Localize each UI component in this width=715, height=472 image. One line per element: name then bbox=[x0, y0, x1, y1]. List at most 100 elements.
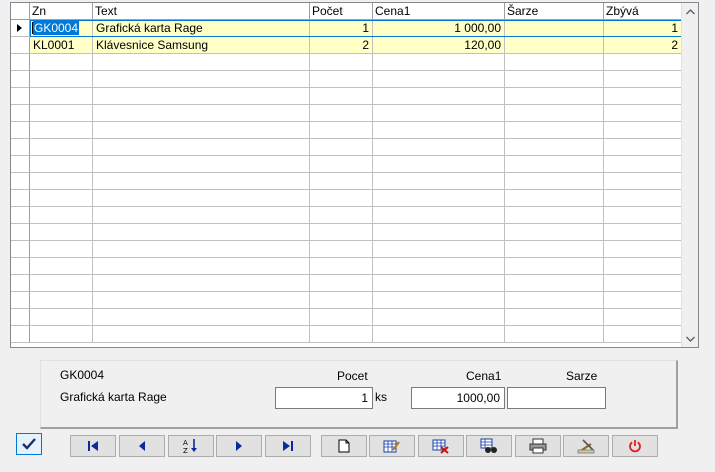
first-record-button[interactable] bbox=[70, 435, 116, 457]
empty-cell[interactable] bbox=[30, 71, 93, 88]
empty-cell[interactable] bbox=[30, 190, 93, 207]
empty-cell[interactable] bbox=[93, 88, 310, 105]
empty-cell[interactable] bbox=[373, 156, 505, 173]
empty-cell[interactable] bbox=[505, 173, 604, 190]
new-button[interactable] bbox=[321, 435, 367, 457]
empty-cell[interactable] bbox=[604, 258, 682, 275]
settings-button[interactable] bbox=[563, 435, 609, 457]
empty-cell[interactable] bbox=[30, 241, 93, 258]
column-header-zn[interactable]: Zn bbox=[30, 3, 93, 20]
empty-cell[interactable] bbox=[93, 207, 310, 224]
empty-cell[interactable] bbox=[93, 275, 310, 292]
items-grid[interactable]: Zn Text Počet Cena1 Šarze Zbývá GK0004 G… bbox=[10, 2, 699, 348]
cell-pocet[interactable]: 2 bbox=[310, 37, 373, 54]
empty-cell[interactable] bbox=[505, 275, 604, 292]
row-indicator[interactable] bbox=[11, 207, 30, 224]
empty-cell[interactable] bbox=[505, 105, 604, 122]
empty-cell[interactable] bbox=[30, 309, 93, 326]
empty-cell[interactable] bbox=[604, 275, 682, 292]
last-record-button[interactable] bbox=[265, 435, 311, 457]
empty-row[interactable] bbox=[11, 275, 682, 292]
scroll-down-button[interactable] bbox=[682, 330, 698, 347]
row-indicator[interactable] bbox=[11, 224, 30, 241]
empty-row[interactable] bbox=[11, 224, 682, 241]
empty-cell[interactable] bbox=[93, 190, 310, 207]
empty-cell[interactable] bbox=[373, 275, 505, 292]
empty-cell[interactable] bbox=[373, 292, 505, 309]
empty-cell[interactable] bbox=[30, 156, 93, 173]
vertical-scrollbar[interactable] bbox=[681, 3, 698, 347]
empty-cell[interactable] bbox=[505, 258, 604, 275]
row-indicator[interactable] bbox=[11, 190, 30, 207]
empty-cell[interactable] bbox=[93, 54, 310, 71]
empty-row[interactable] bbox=[11, 309, 682, 326]
confirm-button[interactable] bbox=[16, 433, 42, 455]
row-indicator[interactable] bbox=[11, 309, 30, 326]
empty-cell[interactable] bbox=[373, 54, 505, 71]
row-indicator[interactable] bbox=[11, 71, 30, 88]
cell-zn[interactable]: KL0001 bbox=[30, 37, 93, 54]
next-record-button[interactable] bbox=[216, 435, 262, 457]
empty-cell[interactable] bbox=[505, 156, 604, 173]
empty-cell[interactable] bbox=[604, 207, 682, 224]
cell-zbyva[interactable]: 2 bbox=[604, 37, 682, 54]
empty-cell[interactable] bbox=[93, 326, 310, 343]
empty-cell[interactable] bbox=[604, 241, 682, 258]
empty-cell[interactable] bbox=[93, 105, 310, 122]
cell-zn[interactable]: GK0004 bbox=[30, 20, 93, 37]
row-indicator[interactable] bbox=[11, 292, 30, 309]
empty-cell[interactable] bbox=[310, 207, 373, 224]
empty-cell[interactable] bbox=[373, 105, 505, 122]
empty-cell[interactable] bbox=[310, 71, 373, 88]
delete-button[interactable] bbox=[418, 435, 464, 457]
empty-row[interactable] bbox=[11, 54, 682, 71]
empty-cell[interactable] bbox=[93, 292, 310, 309]
row-indicator[interactable] bbox=[11, 139, 30, 156]
empty-cell[interactable] bbox=[93, 309, 310, 326]
empty-cell[interactable] bbox=[30, 105, 93, 122]
empty-cell[interactable] bbox=[310, 139, 373, 156]
empty-cell[interactable] bbox=[505, 122, 604, 139]
empty-cell[interactable] bbox=[505, 139, 604, 156]
sarze-input[interactable] bbox=[507, 387, 606, 409]
empty-cell[interactable] bbox=[310, 122, 373, 139]
scroll-up-button[interactable] bbox=[682, 3, 698, 20]
empty-cell[interactable] bbox=[310, 326, 373, 343]
empty-cell[interactable] bbox=[93, 173, 310, 190]
empty-cell[interactable] bbox=[505, 54, 604, 71]
empty-cell[interactable] bbox=[604, 105, 682, 122]
empty-row[interactable] bbox=[11, 258, 682, 275]
empty-cell[interactable] bbox=[93, 241, 310, 258]
row-indicator[interactable] bbox=[11, 326, 30, 343]
empty-cell[interactable] bbox=[505, 190, 604, 207]
empty-cell[interactable] bbox=[310, 54, 373, 71]
empty-cell[interactable] bbox=[604, 88, 682, 105]
empty-cell[interactable] bbox=[30, 122, 93, 139]
empty-cell[interactable] bbox=[310, 292, 373, 309]
empty-cell[interactable] bbox=[310, 275, 373, 292]
empty-cell[interactable] bbox=[310, 173, 373, 190]
edit-button[interactable] bbox=[369, 435, 415, 457]
row-indicator[interactable] bbox=[11, 88, 30, 105]
empty-cell[interactable] bbox=[505, 224, 604, 241]
empty-cell[interactable] bbox=[604, 156, 682, 173]
cell-cena1[interactable]: 120,00 bbox=[373, 37, 505, 54]
empty-cell[interactable] bbox=[373, 88, 505, 105]
empty-cell[interactable] bbox=[373, 258, 505, 275]
empty-cell[interactable] bbox=[310, 105, 373, 122]
row-indicator[interactable] bbox=[11, 275, 30, 292]
empty-cell[interactable] bbox=[30, 54, 93, 71]
empty-cell[interactable] bbox=[604, 326, 682, 343]
exit-button[interactable] bbox=[612, 435, 658, 457]
empty-cell[interactable] bbox=[30, 207, 93, 224]
empty-row[interactable] bbox=[11, 139, 682, 156]
row-indicator[interactable] bbox=[11, 105, 30, 122]
empty-row[interactable] bbox=[11, 326, 682, 343]
cell-sarze[interactable] bbox=[505, 20, 604, 37]
empty-cell[interactable] bbox=[373, 241, 505, 258]
empty-cell[interactable] bbox=[505, 207, 604, 224]
row-indicator[interactable] bbox=[11, 173, 30, 190]
empty-cell[interactable] bbox=[30, 139, 93, 156]
cell-cena1[interactable]: 1 000,00 bbox=[373, 20, 505, 37]
empty-cell[interactable] bbox=[93, 71, 310, 88]
